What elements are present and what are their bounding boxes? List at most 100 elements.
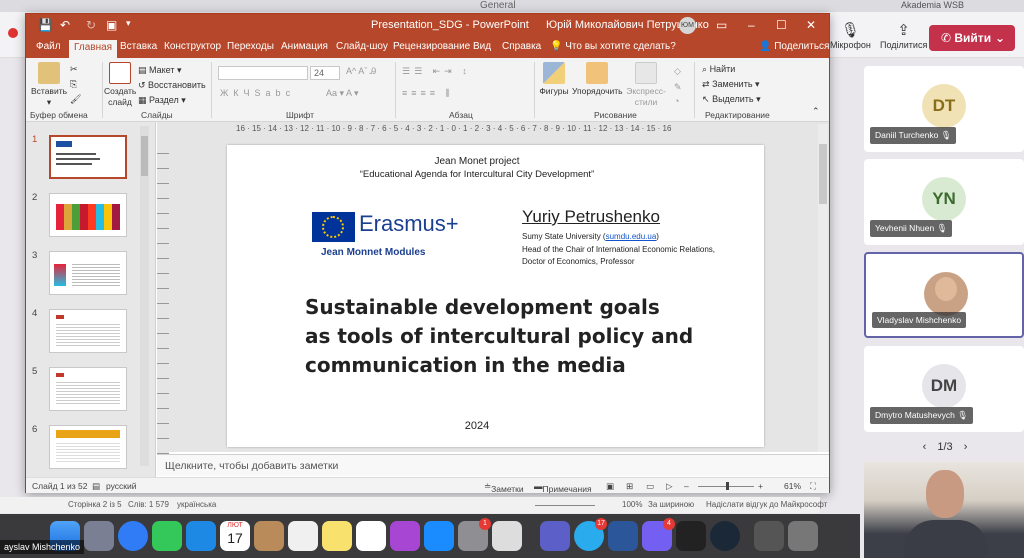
slide-thumbnail-4[interactable]	[49, 309, 127, 353]
sorter-view-icon[interactable]: ⊞	[626, 481, 633, 492]
font-size-select[interactable]: 24	[310, 66, 340, 80]
tab-review[interactable]: Рецензирование	[393, 41, 470, 52]
replace-button[interactable]: ⇄ Заменить ▾	[702, 79, 760, 90]
participant-tile[interactable]: DT Daniil Turchenko 🎙	[864, 66, 1024, 152]
format-painter-icon[interactable]: 🖌	[70, 94, 81, 105]
settings-icon[interactable]: 1	[458, 518, 491, 551]
fit-slide-icon[interactable]: ⛶	[810, 481, 816, 492]
shapes-button[interactable]: Фигуры	[538, 62, 570, 97]
fill-icon[interactable]: ◇	[674, 66, 681, 77]
podcasts-icon[interactable]	[390, 521, 420, 551]
participant-tile-active[interactable]: Vladyslav Mishchenko	[864, 252, 1024, 338]
language-indicator[interactable]: русский	[106, 481, 137, 491]
steam-icon[interactable]	[710, 521, 740, 551]
viber-icon[interactable]: 4	[642, 518, 675, 551]
select-button[interactable]: ↖ Выделить ▾	[702, 94, 761, 105]
zoom-thumb[interactable]	[726, 482, 729, 490]
app-store-icon[interactable]	[424, 521, 454, 551]
share-button[interactable]: ⇪ Поділитися	[880, 22, 927, 50]
font-family-select[interactable]	[218, 66, 308, 80]
zoom-out-icon[interactable]: –	[684, 481, 689, 491]
word-language[interactable]: українська	[177, 500, 216, 509]
chevron-left-icon[interactable]: ‹	[923, 441, 927, 453]
safari-icon[interactable]	[118, 521, 148, 551]
slideshow-icon[interactable]: ▣	[106, 18, 117, 32]
reset-button[interactable]: ↺ Восстановить	[138, 80, 206, 91]
tab-design[interactable]: Конструктор	[164, 41, 221, 52]
close-icon[interactable]: ✕	[806, 18, 816, 32]
slide-thumbnail-5[interactable]	[49, 367, 127, 411]
word-feedback[interactable]: Надіслати відгук до Майкрософт	[706, 500, 827, 509]
font-grow-icon[interactable]: A^ Aˇ Ꭿ	[346, 66, 376, 77]
preview-icon[interactable]	[492, 521, 522, 551]
collapse-ribbon-icon[interactable]: ⌃	[812, 106, 820, 117]
telegram-icon[interactable]: 17	[574, 518, 607, 551]
align-buttons[interactable]: ≡≡≡≡ ⫼	[402, 88, 454, 99]
calendar-icon[interactable]: ЛЮТ 17	[220, 521, 250, 551]
tab-file[interactable]: Файл	[36, 41, 61, 52]
tab-home[interactable]: Главная	[69, 40, 118, 58]
slide-thumbnail-2[interactable]	[49, 193, 127, 237]
reading-view-icon[interactable]: ▭	[646, 481, 654, 492]
slideshow-view-icon[interactable]: ▷	[666, 481, 673, 492]
zoom-in-icon[interactable]: +	[758, 481, 763, 491]
user-avatar[interactable]: ЮМ	[679, 17, 696, 34]
arrange-button[interactable]: Упорядочить	[572, 62, 623, 97]
tab-insert[interactable]: Вставка	[120, 41, 157, 52]
zoom-level[interactable]: 61%	[784, 481, 801, 491]
messages-icon[interactable]	[152, 521, 182, 551]
section-button[interactable]: ▦ Раздел ▾	[138, 95, 186, 106]
quick-styles-button[interactable]: Экспресс-стили	[626, 62, 666, 108]
leave-button[interactable]: ✆ Вийти ⌄	[929, 25, 1015, 51]
notes-pane[interactable]: Щелкните, чтобы добавить заметки	[157, 454, 829, 476]
share-ppt-button[interactable]: 👤 Поделиться	[759, 41, 829, 52]
notes-toggle[interactable]: ≐ Заметки	[484, 481, 524, 494]
save-icon[interactable]: 💾	[38, 18, 53, 32]
stocks-icon[interactable]	[676, 521, 706, 551]
workspace-scrollbar[interactable]	[818, 124, 828, 452]
redo-icon[interactable]: ↻	[86, 18, 96, 32]
outline-icon[interactable]: ✎	[674, 82, 682, 93]
layout-button[interactable]: ▤ Макет ▾	[138, 65, 182, 76]
proofing-icon[interactable]: ▤	[92, 481, 100, 492]
teams-icon[interactable]	[540, 521, 570, 551]
tab-slideshow[interactable]: Слайд-шоу	[336, 41, 388, 52]
trash-icon[interactable]	[788, 521, 818, 551]
slide-thumbnail-3[interactable]	[49, 251, 127, 295]
mail-icon[interactable]	[186, 521, 216, 551]
tab-transitions[interactable]: Переходы	[227, 41, 274, 52]
current-slide[interactable]: Jean Monet project “Educational Agenda f…	[227, 145, 764, 447]
chevron-down-icon[interactable]: ⌄	[995, 25, 1005, 51]
effects-icon[interactable]: ◔	[674, 96, 679, 106]
university-link[interactable]: sumdu.edu.ua	[606, 232, 657, 241]
reminders-icon[interactable]	[288, 521, 318, 551]
maximize-icon[interactable]: ☐	[776, 18, 787, 32]
slide-thumbnail-1[interactable]	[49, 135, 127, 179]
word-zoom-slider[interactable]	[535, 505, 595, 506]
font-format-buttons[interactable]: ЖКЧSabc	[220, 88, 295, 98]
word-zoom[interactable]: 100%	[622, 500, 642, 509]
tab-animations[interactable]: Анимация	[281, 41, 328, 52]
tab-help[interactable]: Справка	[502, 41, 541, 52]
normal-view-icon[interactable]: ▣	[606, 481, 614, 492]
notes-icon[interactable]	[322, 521, 352, 551]
tell-me-search[interactable]: 💡 Что вы хотите сделать?	[550, 41, 676, 52]
customize-icon[interactable]: ▾	[126, 18, 131, 29]
paste-button[interactable]: Вставить ▾	[30, 62, 68, 108]
chevron-right-icon[interactable]: ›	[964, 441, 968, 453]
downloads-icon[interactable]	[754, 521, 784, 551]
tab-view[interactable]: Вид	[473, 41, 491, 52]
ribbon-display-icon[interactable]: ▭	[716, 18, 727, 32]
new-slide-button[interactable]: Создать слайд	[104, 62, 136, 108]
participant-tile[interactable]: YN Yevhenii Nhuen 🎙	[864, 159, 1024, 245]
slide-thumbnail-6[interactable]	[49, 425, 127, 469]
participant-tile[interactable]: DM Dmytro Matushevych 🎙	[864, 346, 1024, 432]
launchpad-icon[interactable]	[84, 521, 114, 551]
list-buttons[interactable]: ☰☰ ⇤⇥ ↕	[402, 66, 471, 77]
comments-toggle[interactable]: ▬ Примечания	[534, 481, 592, 494]
contacts-icon[interactable]	[254, 521, 284, 551]
freeform-icon[interactable]	[356, 521, 386, 551]
undo-icon[interactable]: ↶	[60, 18, 70, 32]
minimize-icon[interactable]: –	[748, 18, 755, 32]
cut-icon[interactable]: ✂	[70, 64, 78, 75]
